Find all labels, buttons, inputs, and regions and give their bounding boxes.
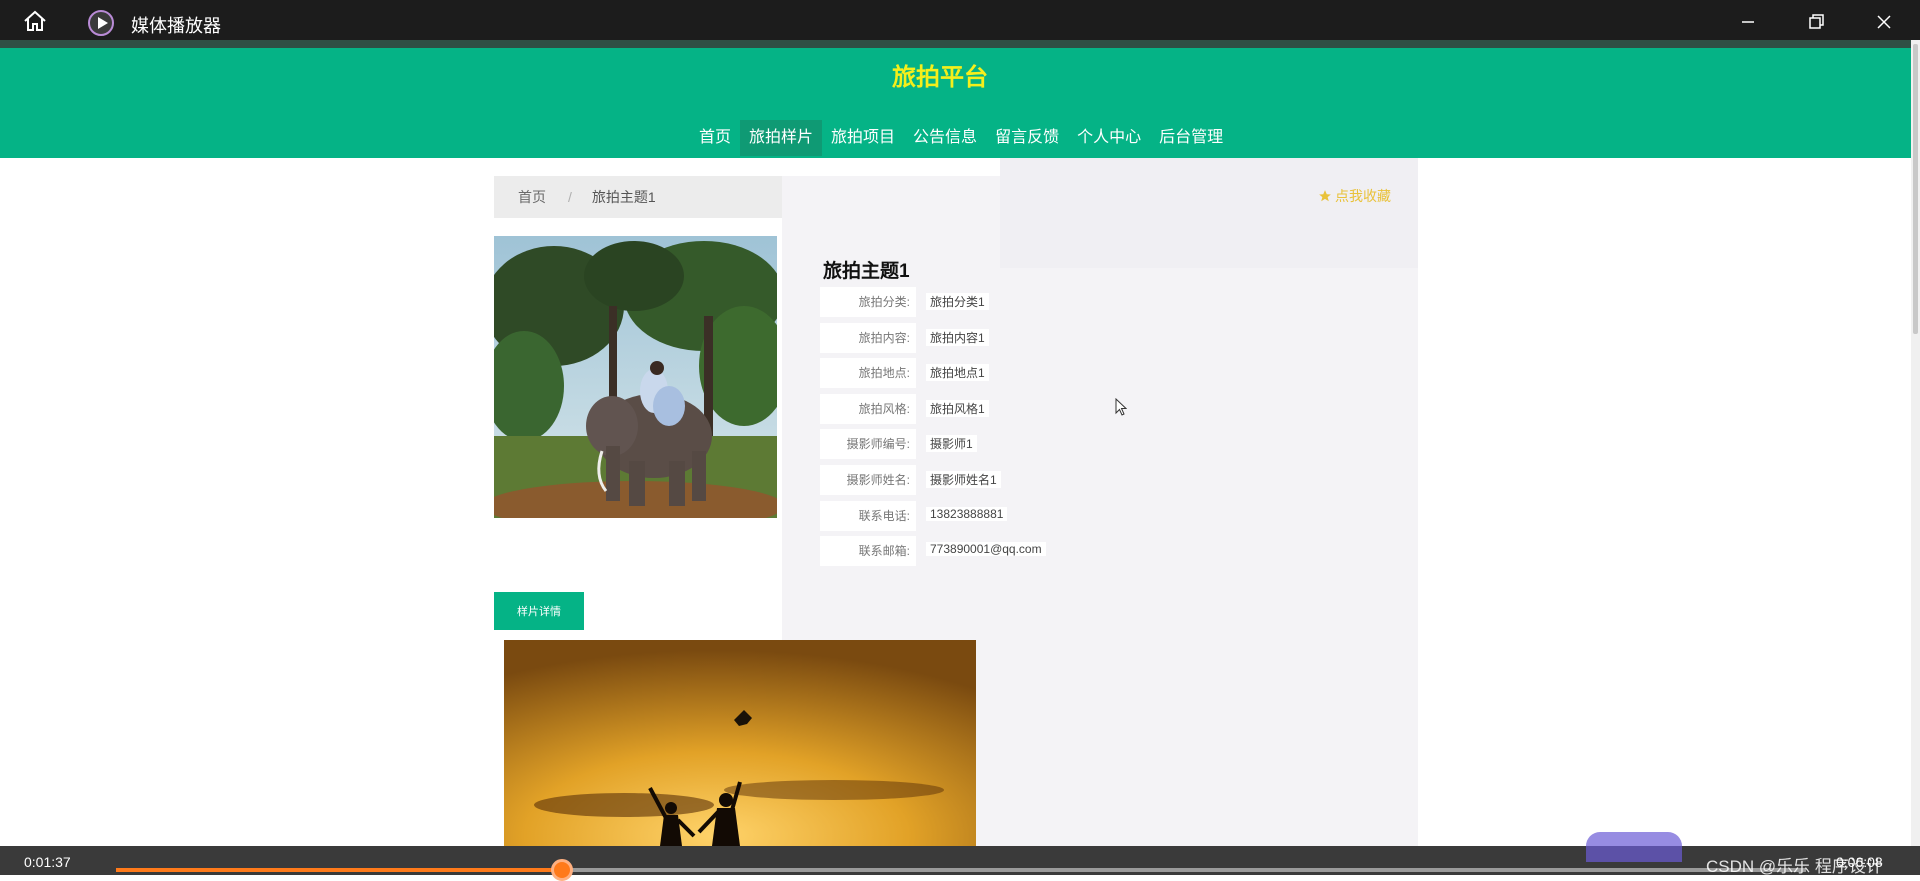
field-label: 联系电话: bbox=[858, 508, 910, 523]
tab-sample-detail[interactable]: 样片详情 bbox=[494, 592, 584, 630]
detail-photo bbox=[504, 640, 976, 846]
star-icon bbox=[1319, 190, 1331, 202]
field-label: 联系邮箱: bbox=[858, 544, 910, 559]
field-value: 旅拍内容1 bbox=[926, 328, 989, 346]
progress-fill bbox=[116, 868, 563, 872]
favorite-label: 点我收藏 bbox=[1335, 188, 1391, 204]
mouse-cursor-icon bbox=[1115, 398, 1127, 416]
nav-item-projects[interactable]: 旅拍项目 bbox=[822, 120, 904, 156]
nav-item-feedback[interactable]: 留言反馈 bbox=[986, 120, 1068, 156]
nav-item-home[interactable]: 首页 bbox=[690, 120, 740, 156]
minimize-icon[interactable] bbox=[1734, 8, 1762, 36]
header-strip bbox=[0, 40, 1911, 48]
field-label: 摄影师编号: bbox=[846, 437, 910, 452]
progress-thumb[interactable] bbox=[551, 859, 574, 881]
current-time: 0:01:37 bbox=[24, 854, 71, 870]
nav-item-notices[interactable]: 公告信息 bbox=[904, 120, 986, 156]
field-value: 摄影师姓名1 bbox=[926, 470, 1001, 488]
breadcrumb-separator: / bbox=[568, 189, 572, 205]
favorite-button[interactable]: 点我收藏 bbox=[1318, 186, 1391, 206]
field-label: 旅拍风格: bbox=[858, 401, 910, 416]
field-label: 旅拍分类: bbox=[858, 295, 910, 309]
site-title: 旅拍平台 bbox=[892, 64, 988, 91]
window-titlebar: 媒体播放器 bbox=[0, 0, 1920, 40]
field-label: 旅拍地点: bbox=[858, 366, 910, 381]
field-value: 旅拍地点1 bbox=[926, 364, 989, 382]
media-player-icon bbox=[88, 10, 114, 36]
breadcrumb-home[interactable]: 首页 bbox=[518, 187, 546, 207]
nav-item-personal-center[interactable]: 个人中心 bbox=[1068, 120, 1150, 156]
detail-title: 旅拍主题1 bbox=[823, 261, 910, 282]
main-nav: 首页 旅拍样片 旅拍项目 公告信息 留言反馈 个人中心 后台管理 bbox=[690, 120, 1232, 156]
restore-icon[interactable] bbox=[1802, 8, 1830, 36]
field-value: 旅拍分类1 bbox=[926, 293, 989, 310]
content-background-top bbox=[1000, 158, 1418, 268]
site-header: 旅拍平台 首页 旅拍样片 旅拍项目 公告信息 留言反馈 个人中心 后台管理 bbox=[0, 40, 1911, 158]
player-controls: 0:01:37 CSDN @乐乐 程序设计 0:06:08 bbox=[0, 832, 1920, 881]
scrollbar-thumb[interactable] bbox=[1913, 44, 1918, 334]
field-label: 摄影师姓名: bbox=[846, 472, 910, 487]
nav-item-samples[interactable]: 旅拍样片 bbox=[740, 120, 823, 156]
field-value: 摄影师1 bbox=[926, 435, 977, 453]
progress-bar[interactable] bbox=[116, 859, 1806, 881]
sample-photo bbox=[494, 236, 777, 518]
home-icon[interactable] bbox=[22, 10, 48, 32]
breadcrumb-current: 旅拍主题1 bbox=[591, 189, 656, 205]
close-icon[interactable] bbox=[1870, 8, 1898, 36]
nav-item-admin[interactable]: 后台管理 bbox=[1150, 120, 1232, 156]
vertical-scrollbar[interactable] bbox=[1911, 40, 1920, 846]
floating-overlay-button[interactable] bbox=[1586, 832, 1682, 862]
field-value: 旅拍风格1 bbox=[926, 399, 989, 417]
total-time: 0:06:08 bbox=[1836, 854, 1883, 870]
window-title: 媒体播放器 bbox=[131, 16, 221, 36]
field-value: 13823888881 bbox=[926, 506, 1008, 521]
breadcrumb: 首页 / 旅拍主题1 bbox=[494, 176, 782, 218]
field-label: 旅拍内容: bbox=[858, 330, 910, 345]
field-value: 773890001@qq.com bbox=[926, 542, 1046, 557]
video-frame[interactable]: 旅拍平台 首页 旅拍样片 旅拍项目 公告信息 留言反馈 个人中心 后台管理 首页… bbox=[0, 40, 1920, 846]
